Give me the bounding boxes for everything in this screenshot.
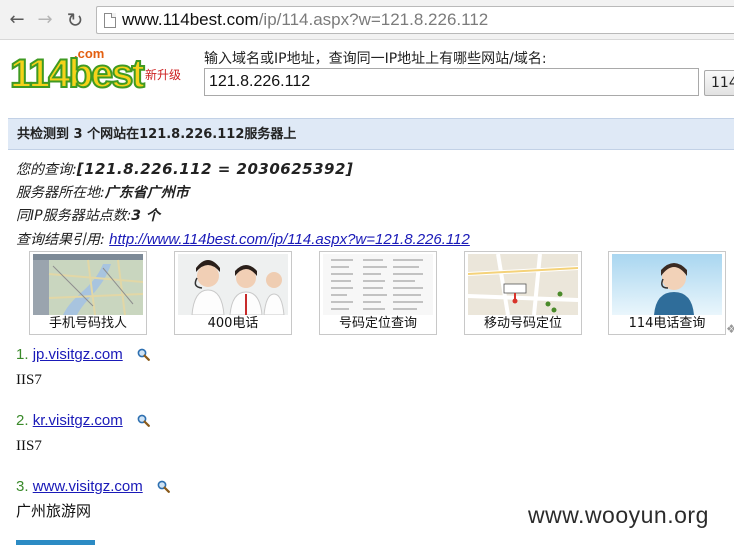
result-domain-link[interactable]: www.visitgz.com [33,478,143,495]
ad-mobile-locate[interactable]: 移动号码定位 [464,251,582,335]
result-line: 1. jp.visitgz.com [16,346,150,366]
operator-image [612,254,722,315]
result-item: 3. www.visitgz.com 广州旅游网 [16,478,170,522]
watermark-text: www.wooyun.org [528,502,709,528]
bottom-tab-strip [16,540,95,545]
result-server: IIS7 [16,372,42,388]
forward-arrow-icon[interactable]: → [34,9,56,31]
url-text[interactable]: www.114best.com/ip/114.aspx?w=121.8.226.… [122,10,488,30]
reload-icon[interactable]: ↻ [64,9,86,31]
info-cite-label: 查询结果引用: [16,232,105,248]
back-arrow-icon[interactable]: ← [6,9,28,31]
ad-114-lookup[interactable]: 114电话查询 [608,251,726,335]
info-location-value: 广东省广州市 [104,185,189,201]
magnifier-icon[interactable] [137,414,150,432]
browser-toolbar: ← → ↻ www.114best.com/ip/114.aspx?w=121.… [0,0,734,40]
result-item: 1. jp.visitgz.com IIS7 [16,346,150,390]
ad-caption: 400电话 [207,316,259,331]
logo-badge: 新升级 [145,68,182,82]
ip-query-input[interactable] [204,68,699,96]
result-domain-link[interactable]: jp.visitgz.com [33,346,123,363]
scroll-hint-icon: ❖ [726,322,734,336]
address-bar[interactable]: www.114best.com/ip/114.aspx?w=121.8.226.… [96,6,734,34]
ad-caption: 号码定位查询 [338,316,417,331]
ad-caption: 114电话查询 [628,316,706,331]
result-server: 广州旅游网 [16,504,92,520]
magnifier-icon[interactable] [157,480,170,498]
result-item: 2. kr.visitgz.com IIS7 [16,412,150,456]
result-number: 2. [16,412,29,429]
ad-phone-finder[interactable]: 手机号码找人 [29,251,147,335]
street-map-image [468,254,578,315]
result-line: 2. kr.visitgz.com [16,412,150,432]
query-info: 您的查询:[121.8.226.112 = 2030625392] 服务器所在地… [16,158,470,252]
info-location-row: 服务器所在地:广东省广州市 [16,182,470,205]
map-thumbnail-image [33,254,143,315]
info-location-label: 服务器所在地: [16,185,105,201]
result-server: IIS7 [16,438,42,454]
result-number: 1. [16,346,29,363]
url-host: www.114best.com [122,10,259,29]
magnifier-icon[interactable] [137,348,150,366]
ad-caption: 移动号码定位 [483,316,562,331]
info-count-label: 同IP服务器站点数: [16,208,132,224]
info-query-value: [121.8.226.112 = 2030625392] [76,160,354,178]
cite-link[interactable]: http://www.114best.com/ip/114.aspx?w=121… [109,231,470,248]
result-summary-bar: 共检测到 3 个网站在121.8.226.112服务器上 [8,118,734,150]
ad-number-locate[interactable]: 号码定位查询 [319,251,437,335]
site-logo[interactable]: .com 114best 新升级 [8,46,188,98]
info-count-row: 同IP服务器站点数:3 个 [16,205,470,228]
logo-wordmark: 114best [9,51,146,97]
ad-400-phone[interactable]: 400电话 [174,251,292,335]
result-domain-link[interactable]: kr.visitgz.com [33,412,123,429]
result-line: 3. www.visitgz.com [16,478,170,498]
info-query-label: 您的查询: [16,162,77,178]
page-icon [104,13,116,28]
result-number: 3. [16,478,29,495]
query-prompt: 输入域名或IP地址，查询同一IP地址上有哪些网站/域名: [204,51,547,67]
info-cite-row: 查询结果引用: http://www.114best.com/ip/114.as… [16,228,470,252]
info-query-row: 您的查询:[121.8.226.112 = 2030625392] [16,158,470,182]
url-path: /ip/114.aspx?w=121.8.226.112 [258,10,489,29]
number-list-image [323,254,433,315]
query-button[interactable]: 114 [704,70,734,96]
ad-caption: 手机号码找人 [48,316,127,331]
call-center-image [178,254,288,315]
info-count-value: 3 个 [131,208,160,224]
